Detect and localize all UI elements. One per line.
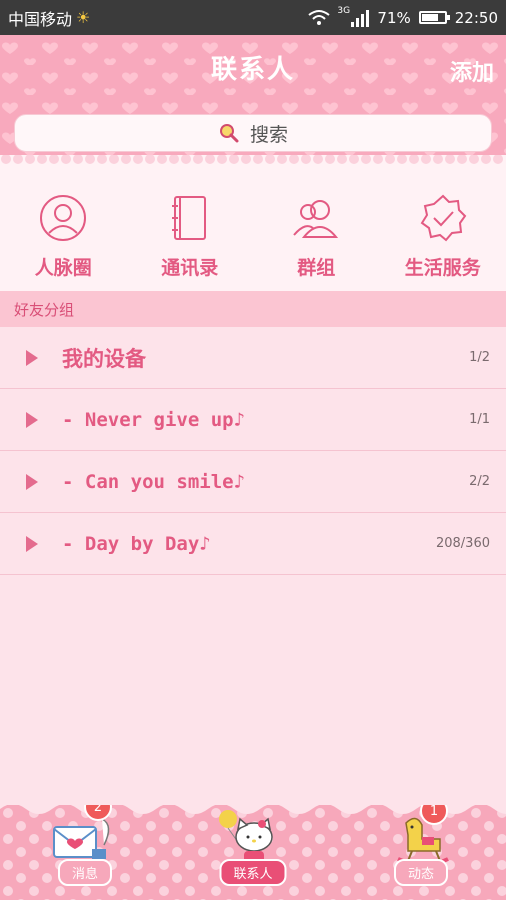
quicknav-label: 群组 <box>297 257 336 279</box>
bottom-nav: 2 消息 联系人 1 动态 <box>0 805 506 900</box>
search-icon <box>219 124 239 143</box>
group-row[interactable]: - Day by Day♪ 208/360 <box>0 513 506 575</box>
search-bar[interactable]: 搜索 <box>14 114 492 152</box>
signal-icon: 3G <box>337 5 370 27</box>
expand-arrow-icon <box>26 412 38 428</box>
quicknav-life-services[interactable]: 生活服务 <box>380 173 506 291</box>
quicknav-label: 生活服务 <box>404 257 481 279</box>
tab-messages[interactable]: 2 消息 <box>30 805 140 900</box>
tab-label: 联系人 <box>219 859 287 886</box>
quicknav-label: 通讯录 <box>161 257 219 279</box>
battery-percent: 71% <box>377 8 411 27</box>
lace-divider <box>0 155 506 173</box>
group-count: 2/2 <box>469 474 490 489</box>
quicknav-address-book[interactable]: 通讯录 <box>127 173 254 291</box>
status-bar: 中国移动 ☀ 3G 71% 22:50 <box>0 0 506 35</box>
group-row[interactable]: 我的设备 1/2 <box>0 327 506 389</box>
search-label: 搜索 <box>249 123 288 146</box>
address-book-icon <box>171 196 206 240</box>
wifi-icon <box>308 9 331 25</box>
group-name: - Can you smile♪ <box>62 470 246 493</box>
page-title: 联系人 <box>210 55 295 85</box>
group-row[interactable]: - Never give up♪ 1/1 <box>0 389 506 451</box>
expand-arrow-icon <box>26 536 38 552</box>
carrier: 中国移动 ☀ <box>8 6 90 30</box>
section-header: 好友分组 <box>0 291 506 327</box>
quicknav-label: 人脉圈 <box>34 257 92 279</box>
group-count: 208/360 <box>435 536 490 551</box>
group-name: - Day by Day♪ <box>62 532 211 555</box>
envelope-icon <box>53 818 110 859</box>
expand-arrow-icon <box>26 350 38 366</box>
group-name: - Never give up♪ <box>62 408 246 431</box>
carrier-name: 中国移动 <box>8 9 73 29</box>
tab-contacts[interactable]: 联系人 <box>198 805 308 900</box>
badge-check-icon <box>420 194 467 242</box>
group-row[interactable]: - Can you smile♪ 2/2 <box>0 451 506 513</box>
battery-icon <box>418 11 450 24</box>
network-type: 3G <box>337 5 351 16</box>
sun-icon: ☀ <box>76 8 91 27</box>
group-icon <box>293 200 339 238</box>
groups-list: 我的设备 1/2 - Never give up♪ 1/1 - Can you … <box>0 327 506 575</box>
clock: 22:50 <box>454 8 498 27</box>
expand-arrow-icon <box>26 474 38 490</box>
add-button[interactable]: 添加 <box>450 55 494 87</box>
tab-updates[interactable]: 1 动态 <box>366 805 476 900</box>
battery-fill <box>421 14 438 21</box>
hello-kitty-icon <box>219 810 273 865</box>
quick-nav: 人脉圈 通讯录 群组 生活服务 <box>0 173 506 291</box>
quicknav-people-circle[interactable]: 人脉圈 <box>0 173 127 291</box>
group-count: 1/1 <box>469 412 490 427</box>
tab-label: 动态 <box>393 859 449 886</box>
group-count: 1/2 <box>469 350 490 365</box>
tab-label: 消息 <box>57 859 113 886</box>
quicknav-groups[interactable]: 群组 <box>253 173 380 291</box>
group-name: 我的设备 <box>62 346 146 371</box>
person-circle-icon <box>40 195 87 241</box>
header: 联系人 添加 搜索 <box>0 35 506 160</box>
